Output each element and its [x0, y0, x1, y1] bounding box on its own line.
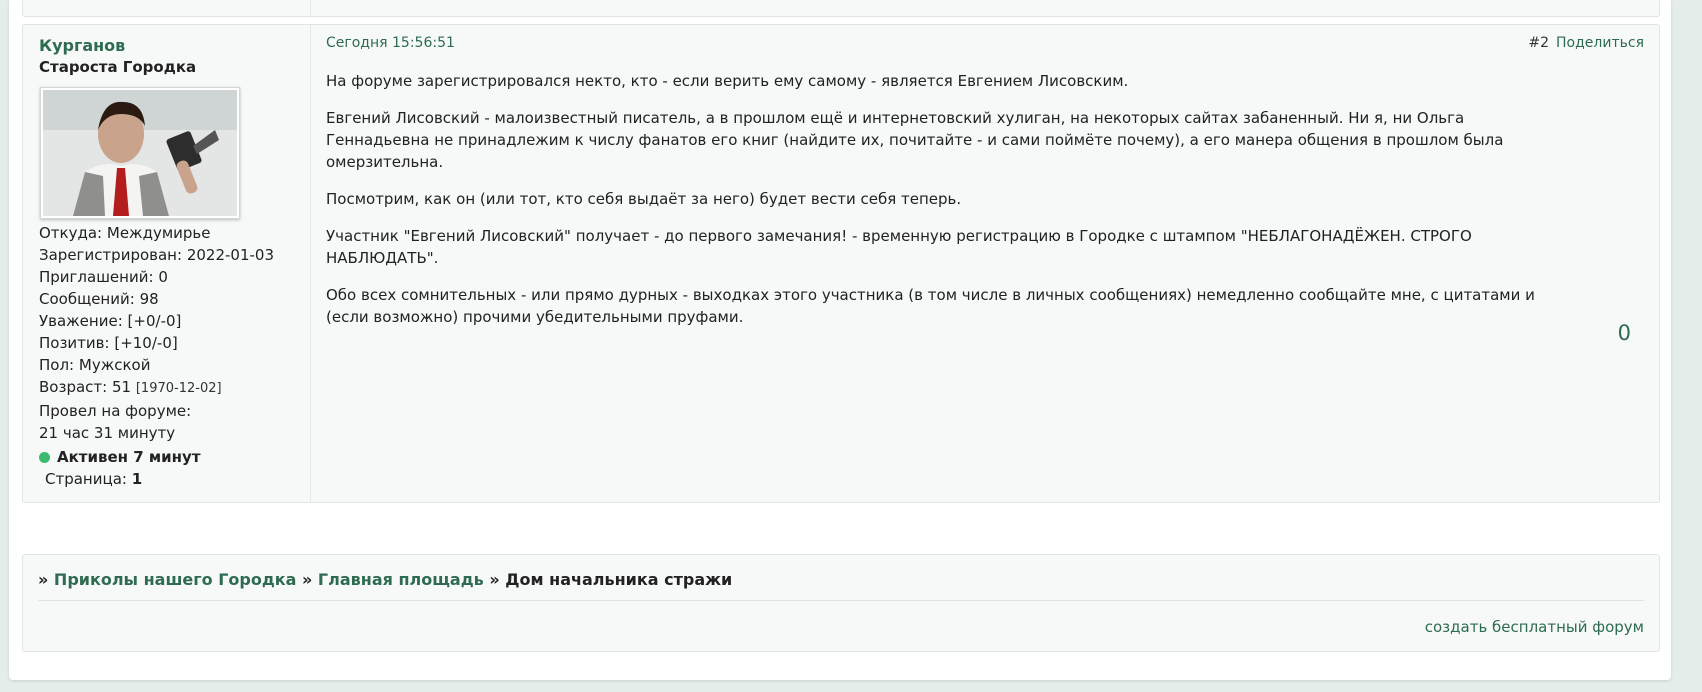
breadcrumb-current: Дом начальника стражи — [505, 570, 733, 589]
author-info: Откуда: Междумирье Зарегистрирован: 2022… — [39, 222, 274, 444]
breadcrumb-link-section[interactable]: Главная площадь — [318, 570, 484, 589]
pagination-label: Страница: — [45, 470, 127, 488]
pagination: Страница: 1 — [45, 470, 142, 488]
footer-panel: » Приколы нашего Городка » Главная площа… — [22, 554, 1660, 652]
post-paragraph: На форуме зарегистрировался некто, кто -… — [326, 72, 1129, 90]
post-date-link[interactable]: Сегодня 15:56:51 — [326, 35, 455, 51]
post-number: #2 — [1528, 35, 1549, 51]
post-body: На форуме зарегистрировался некто, кто -… — [326, 70, 1544, 343]
birth-date: [1970-12-02] — [135, 381, 222, 396]
post-paragraph: Обо всех сомнительных - или прямо дурных… — [326, 286, 1535, 326]
info-row-gender: Пол: Мужской — [39, 356, 151, 374]
author-name-link[interactable]: Курганов — [39, 36, 125, 55]
info-row-age: Возраст: 51 [1970-12-02] — [39, 378, 222, 396]
previous-post-edge — [22, 0, 1660, 17]
current-page: 1 — [131, 470, 143, 488]
forum-post: Курганов Староста Городка Откуда: Междум… — [22, 24, 1660, 503]
column-divider — [310, 0, 311, 16]
info-row-respect: Уважение: [+0/-0] — [39, 312, 182, 330]
info-row-registered: Зарегистрирован: 2022-01-03 — [39, 246, 275, 264]
time-on-forum-value: 21 час 31 минуту — [39, 424, 176, 442]
online-status-text: Активен 7 минут — [57, 448, 201, 466]
online-status: Активен 7 минут — [39, 448, 201, 466]
forum-page: Курганов Староста Городка Откуда: Междум… — [9, 0, 1671, 680]
info-row-location: Откуда: Междумирье — [39, 224, 211, 242]
online-dot-icon — [39, 451, 50, 463]
post-paragraph: Участник "Евгений Лисовский" получает - … — [326, 227, 1472, 267]
avatar[interactable] — [40, 87, 240, 219]
author-title: Староста Городка — [39, 58, 197, 76]
share-link[interactable]: Поделиться — [1556, 35, 1644, 51]
info-row-invitations: Приглашений: 0 — [39, 268, 168, 286]
breadcrumb-link-forum[interactable]: Приколы нашего Городка — [54, 570, 297, 589]
column-divider — [310, 25, 311, 502]
post-rating[interactable]: 0 — [1618, 321, 1631, 345]
breadcrumb-separator: » — [38, 570, 49, 589]
breadcrumb-separator: » — [302, 570, 313, 589]
post-paragraph: Евгений Лисовский - малоизвестный писате… — [326, 109, 1504, 171]
post-paragraph: Посмотрим, как он (или тот, кто себя выд… — [326, 190, 962, 208]
info-row-positive: Позитив: [+10/-0] — [39, 334, 178, 352]
breadcrumb-separator: » — [489, 570, 500, 589]
create-forum-link[interactable]: создать бесплатный форум — [1425, 618, 1644, 636]
info-row-messages: Сообщений: 98 — [39, 290, 159, 308]
info-row-time-on-forum: Провел на форуме: — [39, 402, 192, 420]
breadcrumb: » Приколы нашего Городка » Главная площа… — [38, 570, 732, 589]
footer-divider — [38, 600, 1644, 601]
avatar-photo-icon — [43, 90, 237, 216]
